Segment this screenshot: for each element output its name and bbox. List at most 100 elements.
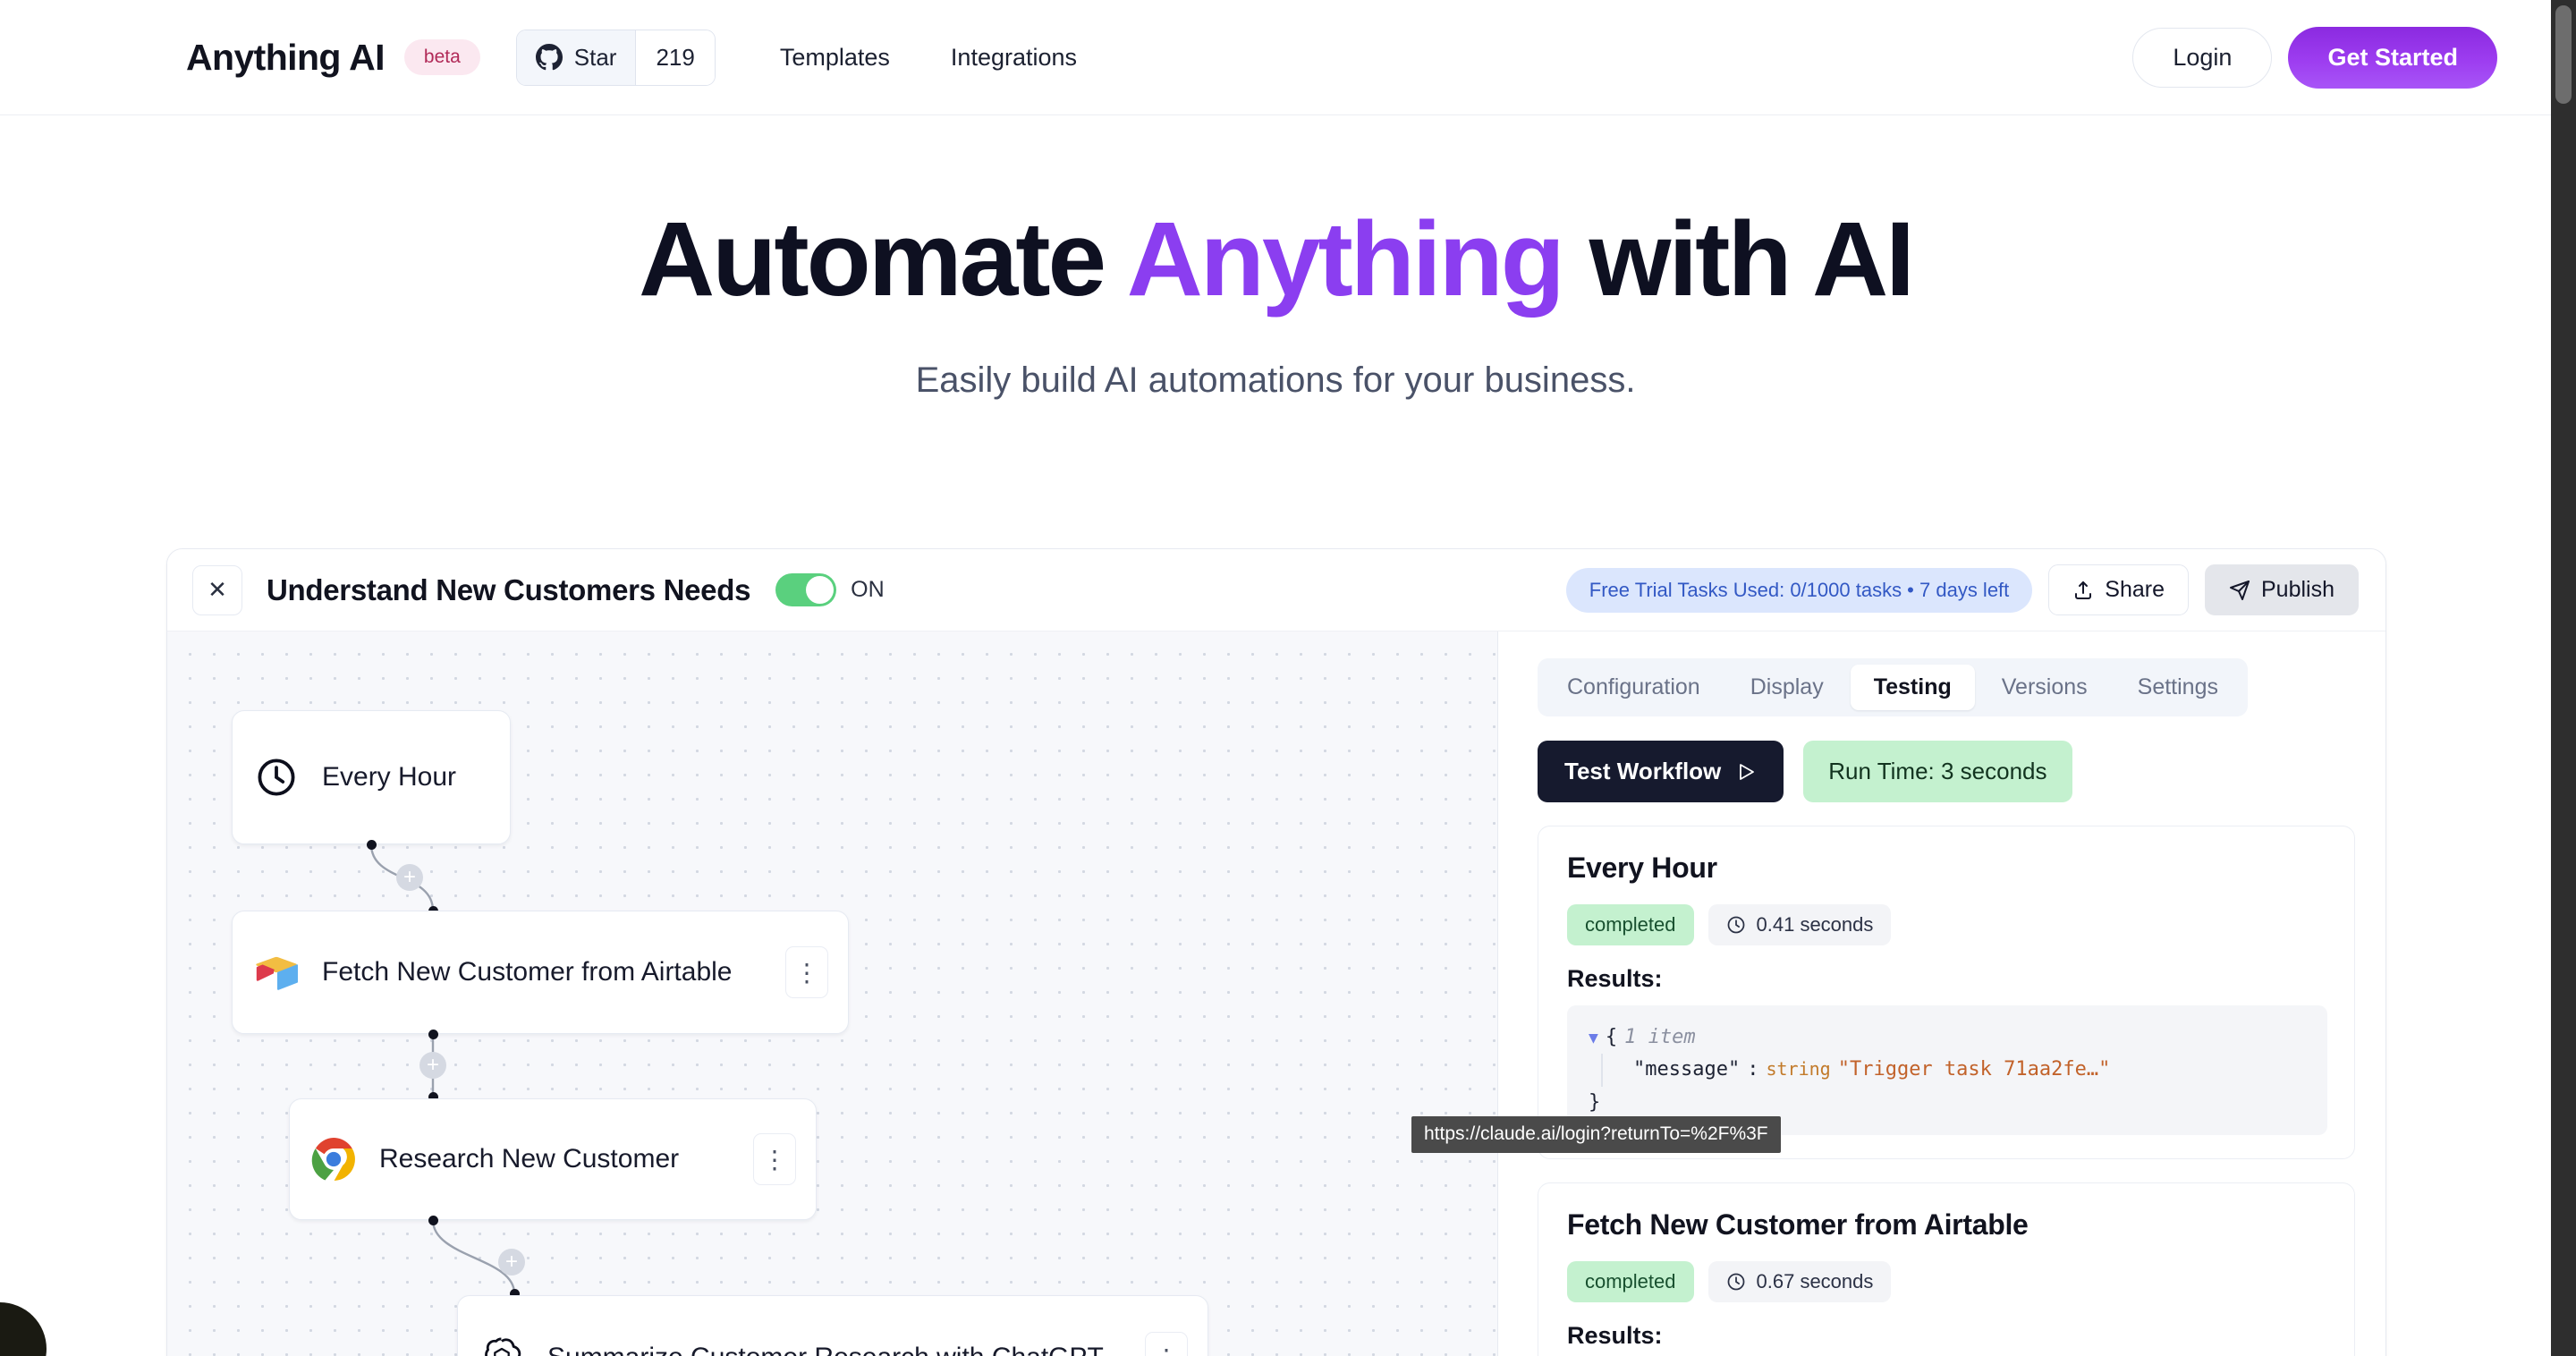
workflow-canvas[interactable]: Every Hour + Fetch New Customer from Air… <box>167 631 1498 1356</box>
result-card-fetch-airtable: Fetch New Customer from Airtable complet… <box>1538 1182 2355 1356</box>
connector-dot <box>367 840 377 850</box>
tab-versions[interactable]: Versions <box>1979 665 2111 710</box>
send-icon <box>2229 580 2250 601</box>
node-menu-icon[interactable]: ⋮ <box>753 1133 796 1185</box>
hero-title-accent: Anything <box>1126 200 1565 318</box>
duration-badge: 0.67 seconds <box>1707 1260 1892 1302</box>
github-star-label: Star <box>573 43 617 71</box>
workflow-node-label: Every Hour <box>322 762 457 792</box>
free-trial-badge: Free Trial Tasks Used: 0/1000 tasks • 7 … <box>1565 567 2033 613</box>
run-time-badge: Run Time: 3 seconds <box>1803 741 2072 802</box>
tab-testing[interactable]: Testing <box>1850 665 1975 710</box>
clock-icon <box>1726 915 1746 935</box>
brand-group: Anything AI beta Star 219 <box>186 29 716 86</box>
github-star-count: 219 <box>636 30 715 85</box>
add-step-button-3[interactable]: + <box>498 1249 525 1275</box>
chevron-down-icon[interactable]: ▼ <box>1589 1025 1598 1052</box>
page-title: Automate Anything with AI <box>0 204 2551 316</box>
browser-viewport: Anything AI beta Star 219 Templates Inte… <box>0 0 2551 1356</box>
nav-item-integrations[interactable]: Integrations <box>951 44 1077 72</box>
workflow-node-label: Research New Customer <box>379 1144 680 1174</box>
main-nav: Templates Integrations <box>780 44 1077 72</box>
header-actions: Login Get Started <box>2132 26 2497 89</box>
close-icon[interactable]: ✕ <box>192 564 242 615</box>
chrome-icon <box>309 1135 358 1183</box>
connector-dot <box>428 1216 438 1225</box>
workflow-header-actions: Free Trial Tasks Used: 0/1000 tasks • 7 … <box>1565 564 2359 615</box>
result-meta: completed 0.67 seconds <box>1567 1260 2327 1302</box>
hero-title-part2: with AI <box>1562 200 1915 318</box>
json-children: "message" : string "Trigger task 71aa2fe… <box>1601 1054 2306 1087</box>
site-header: Anything AI beta Star 219 Templates Inte… <box>0 0 2551 115</box>
clock-icon <box>1726 1272 1746 1292</box>
result-title: Fetch New Customer from Airtable <box>1567 1208 2029 1241</box>
toggle-state-label: ON <box>851 577 885 602</box>
link-url-tooltip: https://claude.ai/login?returnTo=%2F%3F <box>1411 1116 1781 1153</box>
hero-section: Automate Anything with AI Easily build A… <box>0 115 2551 401</box>
page-scrollbar[interactable] <box>2551 0 2576 1356</box>
duration-badge: 0.41 seconds <box>1707 904 1892 945</box>
publish-button[interactable]: Publish <box>2205 564 2359 615</box>
results-label: Results: <box>1567 1321 1663 1349</box>
json-root-row[interactable]: ▼ { 1 item <box>1589 1021 2306 1054</box>
node-menu-icon[interactable]: ⋮ <box>785 946 828 998</box>
json-type: string <box>1766 1058 1831 1081</box>
hero-subtitle: Easily build AI automations for your bus… <box>915 360 1636 400</box>
add-step-button-1[interactable]: + <box>396 864 423 891</box>
duration-text: 0.67 seconds <box>1756 1269 1874 1292</box>
connector-dot <box>428 1030 438 1039</box>
result-meta: completed 0.41 seconds <box>1567 904 2327 945</box>
tab-configuration[interactable]: Configuration <box>1544 665 1724 710</box>
json-colon: : <box>1747 1058 1759 1081</box>
result-title: Every Hour <box>1567 852 1717 884</box>
workflow-body: Every Hour + Fetch New Customer from Air… <box>167 631 2385 1356</box>
github-star-button[interactable]: Star 219 <box>515 29 716 86</box>
panel-actions: Test Workflow Run Time: 3 seconds <box>1538 741 2355 802</box>
workflow-enabled-toggle[interactable] <box>775 573 837 606</box>
workflow-node-fetch-airtable[interactable]: Fetch New Customer from Airtable ⋮ <box>232 911 849 1034</box>
workflow-node-summarize-chatgpt[interactable]: Summarize Customer Research with ChatGPT… <box>457 1295 1208 1356</box>
tab-settings[interactable]: Settings <box>2114 665 2241 710</box>
login-button[interactable]: Login <box>2132 27 2273 88</box>
workflow-card: ✕ Understand New Customers Needs ON Free… <box>166 548 2386 1356</box>
chat-widget-button[interactable] <box>0 1302 47 1356</box>
nav-item-templates[interactable]: Templates <box>780 44 890 72</box>
tab-display[interactable]: Display <box>1727 665 1847 710</box>
json-item-count: 1 item <box>1624 1026 1696 1048</box>
status-badge: completed <box>1567 904 1694 945</box>
page-root: Anything AI beta Star 219 Templates Inte… <box>0 0 2576 1356</box>
panel-tabs: Configuration Display Testing Versions S… <box>1538 658 2248 716</box>
scrollbar-thumb[interactable] <box>2555 5 2572 104</box>
workflow-node-research-customer[interactable]: Research New Customer ⋮ <box>289 1098 817 1220</box>
hero-title-part1: Automate <box>639 200 1127 318</box>
add-step-button-2[interactable]: + <box>419 1052 446 1079</box>
results-label: Results: <box>1567 965 1663 992</box>
get-started-button[interactable]: Get Started <box>2288 26 2497 89</box>
json-open-brace: { <box>1605 1026 1618 1048</box>
share-icon <box>2072 580 2094 601</box>
toggle-knob <box>806 576 835 604</box>
duration-text: 0.41 seconds <box>1756 913 1874 936</box>
beta-badge: beta <box>403 39 480 75</box>
workflow-node-label: Fetch New Customer from Airtable <box>322 957 733 987</box>
test-workflow-button[interactable]: Test Workflow <box>1538 741 1784 802</box>
status-badge: completed <box>1567 1260 1694 1302</box>
testing-panel: Configuration Display Testing Versions S… <box>1498 631 2385 1356</box>
openai-icon <box>478 1334 526 1356</box>
workflow-header: ✕ Understand New Customers Needs ON Free… <box>167 549 2385 631</box>
github-icon <box>535 44 563 71</box>
workflow-node-label: Summarize Customer Research with ChatGPT <box>547 1343 1104 1356</box>
workflow-node-every-hour[interactable]: Every Hour <box>232 710 511 844</box>
result-card-every-hour: Every Hour completed 0.41 seconds Result… <box>1538 826 2355 1159</box>
github-star-left[interactable]: Star <box>516 30 637 85</box>
json-entry-row: "message" : string "Trigger task 71aa2fe… <box>1633 1054 2306 1086</box>
airtable-icon <box>252 948 301 996</box>
json-close-brace: } <box>1589 1090 1601 1114</box>
node-menu-icon[interactable]: ⋮ <box>1145 1332 1188 1356</box>
share-button[interactable]: Share <box>2048 564 2189 615</box>
publish-label: Publish <box>2261 577 2334 602</box>
play-icon <box>1735 761 1757 783</box>
brand-logo-text[interactable]: Anything AI <box>186 37 386 79</box>
workflow-title: Understand New Customers Needs <box>267 572 751 606</box>
json-key: "message" <box>1633 1058 1741 1081</box>
